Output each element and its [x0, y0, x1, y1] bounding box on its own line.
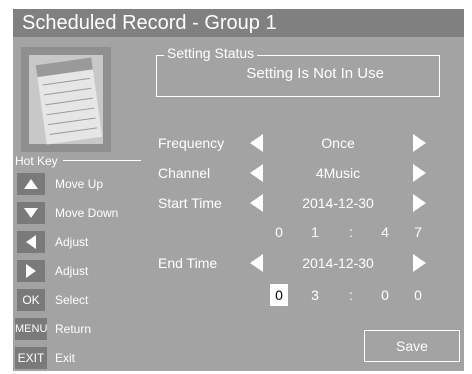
- scheduled-record-window: Scheduled Record - Group 1 Hot Key Move …: [13, 9, 464, 371]
- setting-status-legend: Setting Status: [164, 45, 258, 61]
- exit-label: Exit: [55, 351, 76, 365]
- calendar-thumbnail-icon: [21, 47, 111, 152]
- end-hour-ones[interactable]: 3: [306, 284, 324, 306]
- move-down-key[interactable]: [17, 202, 45, 224]
- move-up-key[interactable]: [17, 173, 45, 195]
- setting-status-text: Setting Is Not In Use: [246, 65, 384, 82]
- up-arrow-icon: [24, 179, 38, 189]
- move-down-label: Move Down: [55, 206, 119, 220]
- channel-next-icon[interactable]: [413, 164, 426, 182]
- start-time-separator: :: [349, 224, 353, 240]
- hotkey-divider: [63, 160, 141, 161]
- channel-value[interactable]: 4Music: [263, 165, 413, 181]
- adjust-right-key[interactable]: [17, 260, 45, 282]
- adjust-right-label: Adjust: [55, 264, 89, 278]
- end-hour-tens[interactable]: 0: [270, 284, 288, 306]
- left-arrow-icon: [26, 235, 36, 249]
- start-time-date[interactable]: 2014-12-30: [263, 195, 413, 211]
- end-minute-tens[interactable]: 0: [376, 284, 394, 306]
- menu-key[interactable]: MENU: [15, 318, 47, 340]
- end-time-date[interactable]: 2014-12-30: [263, 255, 413, 271]
- start-minute-tens[interactable]: 4: [376, 221, 394, 243]
- adjust-left-label: Adjust: [55, 235, 89, 249]
- start-hour-ones[interactable]: 1: [306, 221, 324, 243]
- channel-label: Channel: [158, 165, 211, 181]
- return-label: Return: [55, 322, 92, 336]
- move-up-label: Move Up: [55, 177, 104, 191]
- frequency-next-icon[interactable]: [413, 134, 426, 152]
- end-time-separator: :: [349, 287, 353, 303]
- save-button[interactable]: Save: [364, 330, 460, 362]
- down-arrow-icon: [24, 208, 38, 218]
- adjust-left-key[interactable]: [17, 231, 45, 253]
- right-arrow-icon: [26, 264, 36, 278]
- start-hour-tens[interactable]: 0: [270, 221, 288, 243]
- end-time-next-icon[interactable]: [413, 254, 426, 272]
- frequency-prev-icon[interactable]: [250, 134, 263, 152]
- start-minute-ones[interactable]: 7: [409, 221, 427, 243]
- exit-key[interactable]: EXIT: [15, 347, 47, 369]
- hotkey-heading: Hot Key: [15, 154, 58, 168]
- start-time-label: Start Time: [158, 195, 222, 211]
- frequency-label: Frequency: [158, 135, 225, 151]
- end-minute-ones[interactable]: 0: [409, 284, 427, 306]
- end-time-label: End Time: [158, 255, 218, 271]
- start-time-prev-icon[interactable]: [250, 194, 263, 212]
- ok-key[interactable]: OK: [17, 289, 45, 311]
- channel-prev-icon[interactable]: [250, 164, 263, 182]
- select-label: Select: [55, 293, 89, 307]
- frequency-value[interactable]: Once: [263, 135, 413, 151]
- end-time-prev-icon[interactable]: [250, 254, 263, 272]
- start-time-next-icon[interactable]: [413, 194, 426, 212]
- window-title: Scheduled Record - Group 1: [13, 9, 464, 37]
